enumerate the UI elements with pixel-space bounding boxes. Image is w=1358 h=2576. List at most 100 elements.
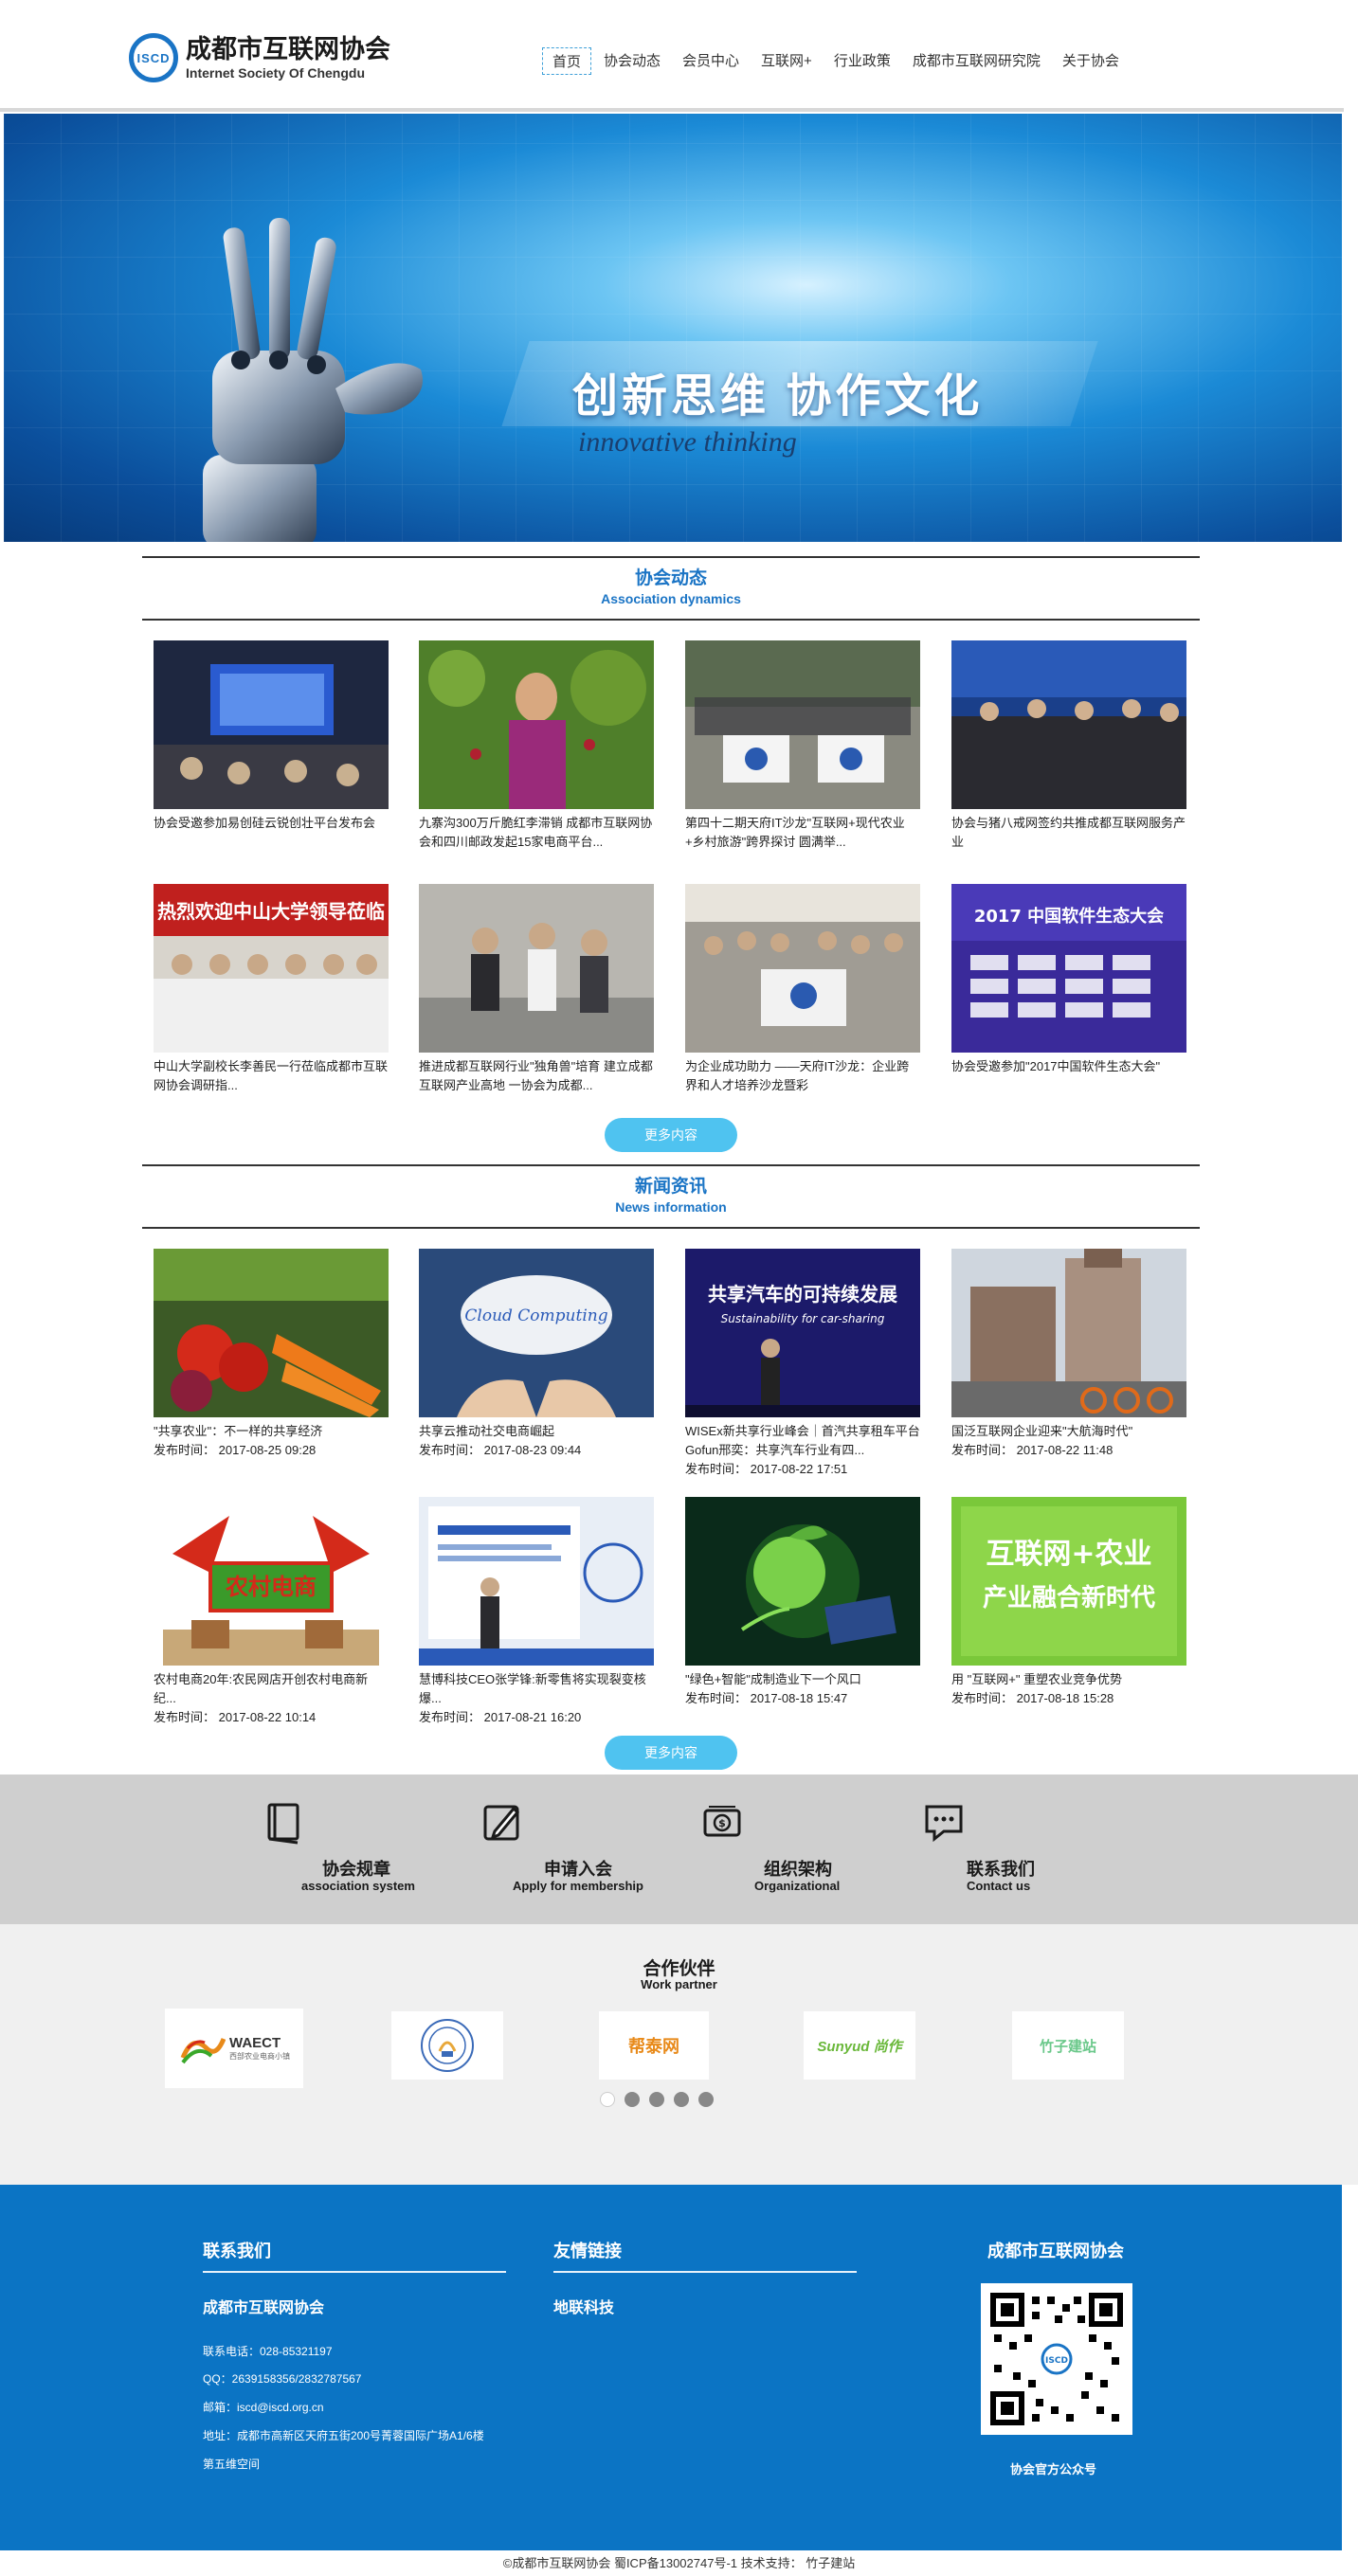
pen-icon — [483, 1805, 520, 1841]
news-title-text[interactable]: 农村电商20年:农民网店开创农村电商新纪... — [154, 1670, 389, 1708]
dynamics-card[interactable]: 协会受邀参加易创硅云锐创壮平台发布会 — [154, 640, 389, 852]
partner-logo-bangtai[interactable]: 帮泰网 — [599, 2011, 709, 2080]
dynamics-subtitle: Association dynamics — [601, 591, 741, 606]
dynamics-thumb[interactable] — [419, 640, 654, 809]
dynamics-thumb[interactable]: 2017 中国软件生态大会 — [951, 884, 1186, 1053]
dynamics-card[interactable]: 第四十二期天府IT沙龙"互联网+现代农业+乡村旅游"跨界探讨 圆满举... — [685, 640, 920, 852]
dynamics-card[interactable]: 热烈欢迎中山大学领导莅临 中山大学副校长李善民一行莅临成都市互联网协会调研指..… — [154, 884, 389, 1095]
money-icon: $ — [703, 1806, 741, 1837]
news-thumb[interactable]: 互联网+农业 产业融合新时代 — [951, 1497, 1186, 1666]
partner-logo-zhuzi[interactable]: 竹子建站 — [1012, 2011, 1124, 2080]
news-thumb[interactable] — [685, 1497, 920, 1666]
site-logo[interactable]: ISCD 成都市互联网协会 Internet Society Of Chengd… — [129, 28, 394, 87]
news-title-text[interactable]: 共享云推动社交电商崛起 — [419, 1422, 654, 1441]
nav-home[interactable]: 首页 — [542, 47, 592, 75]
footer-link-dilian[interactable]: 地联科技 — [553, 2295, 614, 2317]
dynamics-card[interactable]: 为企业成功助力 ——天府IT沙龙：企业跨界和人才培养沙龙暨彩 — [685, 884, 920, 1095]
nav-member-center[interactable]: 会员中心 — [673, 47, 749, 75]
quick-link-organization[interactable]: $ 组织架构 Organizational — [701, 1801, 872, 1896]
dynamics-title-text[interactable]: 第四十二期天府IT沙龙"互联网+现代农业+乡村旅游"跨界探讨 圆满举... — [685, 814, 920, 852]
dynamics-card[interactable]: 2017 中国软件生态大会 协会受邀参加"2017中国软件生态大会" — [951, 884, 1186, 1095]
quick-link-apply[interactable]: 申请入会 Apply for membership — [481, 1801, 652, 1896]
news-card[interactable]: "共享农业"：不一样的共享经济 发布时间： 2017-08-25 09:28 — [154, 1249, 389, 1460]
news-thumb[interactable] — [419, 1497, 654, 1666]
dynamics-thumb[interactable]: 热烈欢迎中山大学领导莅临 — [154, 884, 389, 1053]
dynamics-thumb[interactable] — [685, 884, 920, 1053]
dynamics-thumb[interactable] — [951, 640, 1186, 809]
svg-text:$: $ — [718, 1817, 726, 1829]
dynamics-card[interactable]: 推进成都互联网行业"独角兽"培育 建立成都互联网产业高地 一协会为成都... — [419, 884, 654, 1095]
news-title-text[interactable]: 用 "互联网+" 重塑农业竞争优势 — [951, 1670, 1186, 1689]
news-thumb[interactable] — [154, 1249, 389, 1417]
nav-about[interactable]: 关于协会 — [1053, 47, 1129, 75]
footer-qq: QQ：2639158356/2832787567 — [203, 2372, 362, 2386]
news-title-text[interactable]: "共享农业"：不一样的共享经济 — [154, 1422, 389, 1441]
news-title-text[interactable]: 国泛互联网企业迎来"大航海时代" — [951, 1422, 1186, 1441]
dynamics-title-text[interactable]: 协会受邀参加"2017中国软件生态大会" — [951, 1057, 1186, 1095]
qr-center-logo: ISCD — [1045, 2356, 1068, 2366]
nav-association-news[interactable]: 协会动态 — [594, 47, 670, 75]
quick-link-contact[interactable]: 联系我们 Contact us — [923, 1801, 1094, 1896]
quick-link-rules[interactable]: 协会规章 association system — [263, 1801, 434, 1896]
news-thumb[interactable]: Cloud Computing — [419, 1249, 654, 1417]
news-agri-line2: 产业融合新时代 — [983, 1583, 1155, 1612]
partners-dot-5[interactable] — [698, 2092, 714, 2107]
waect-subtitle: 西部农业电商小镇 — [229, 2052, 290, 2061]
banner-subtitle: innovative thinking — [578, 426, 797, 458]
news-thumb[interactable] — [951, 1249, 1186, 1417]
partners-title: 合作伙伴 — [643, 1959, 715, 1979]
dynamics-card[interactable]: 九寨沟300万斤脆红李滞销 成都市互联网协会和四川邮政发起15家电商平台... — [419, 640, 654, 852]
partner-logo-waect[interactable]: WAECT 西部农业电商小镇 — [165, 2009, 303, 2088]
dynamics-title-text[interactable]: 九寨沟300万斤脆红李滞销 成都市互联网协会和四川邮政发起15家电商平台... — [419, 814, 654, 852]
news-card[interactable]: 互联网+农业 产业融合新时代 用 "互联网+" 重塑农业竞争优势 发布时间： 20… — [951, 1497, 1186, 1708]
partners-dot-3[interactable] — [649, 2092, 664, 2107]
footer-org-name: 成都市互联网协会 — [203, 2300, 325, 2316]
dynamics-title-text[interactable]: 为企业成功助力 ——天府IT沙龙：企业跨界和人才培养沙龙暨彩 — [685, 1057, 920, 1095]
dynamics-thumb[interactable] — [419, 884, 654, 1053]
news-car-title: 共享汽车的可持续发展 — [708, 1283, 897, 1306]
footer-email[interactable]: 邮箱：iscd@iscd.org.cn — [203, 2399, 324, 2415]
dynamics-title-text[interactable]: 中山大学副校长李善民一行莅临成都市互联网协会调研指... — [154, 1057, 389, 1095]
wechat-qr-code: ISCD — [981, 2283, 1132, 2435]
waect-wordmark: WAECT — [229, 2035, 281, 2051]
partners-dot-1[interactable] — [600, 2092, 615, 2107]
news-title-text[interactable]: WISEx新共享行业峰会｜首汽共享租车平台Gofun邢奕：共享汽车行业有四... — [685, 1422, 920, 1460]
news-card[interactable]: "绿色+智能"成制造业下一个风口 发布时间： 2017-08-18 15:47 — [685, 1497, 920, 1708]
dynamics-card[interactable]: 协会与猪八戒网签约共推成都互联网服务产业 — [951, 640, 1186, 852]
dynamics-banner-text: 2017 中国软件生态大会 — [974, 906, 1164, 927]
dynamics-title-text[interactable]: 推进成都互联网行业"独角兽"培育 建立成都互联网产业高地 一协会为成都... — [419, 1057, 654, 1095]
partner-logo-university[interactable] — [391, 2011, 503, 2080]
news-thumb[interactable]: 共享汽车的可持续发展 Sustainability for car-sharing — [685, 1249, 920, 1417]
nav-internet-plus[interactable]: 互联网+ — [751, 47, 822, 75]
partners-dot-2[interactable] — [625, 2092, 640, 2107]
news-card[interactable]: 慧博科技CEO张学锋:新零售将实现裂变核爆... 发布时间： 2017-08-2… — [419, 1497, 654, 1727]
logo-badge: ISCD — [129, 33, 178, 82]
footer-contact-divider — [203, 2271, 506, 2273]
quick-link-rules-label: 协会规章 — [322, 1860, 390, 1879]
news-card[interactable]: 国泛互联网企业迎来"大航海时代" 发布时间： 2017-08-22 11:48 — [951, 1249, 1186, 1460]
footer-qr-caption: 协会官方公众号 — [1010, 2462, 1097, 2477]
news-card[interactable]: 共享汽车的可持续发展 Sustainability for car-sharing… — [685, 1249, 920, 1479]
footer-contact-heading: 联系我们 — [203, 2242, 271, 2261]
news-cloud-text: Cloud Computing — [464, 1306, 607, 1325]
news-thumb[interactable]: 农村电商 — [154, 1497, 389, 1666]
dynamics-more-button[interactable]: 更多内容 — [605, 1118, 737, 1152]
dynamics-thumb[interactable] — [154, 640, 389, 809]
nav-research-institute[interactable]: 成都市互联网研究院 — [903, 47, 1050, 75]
nav-industry-policy[interactable]: 行业政策 — [824, 47, 900, 75]
quick-links-band: 协会规章 association system 申请入会 Apply for m… — [0, 1774, 1358, 1924]
dynamics-title-text[interactable]: 协会受邀参加易创硅云锐创壮平台发布会 — [154, 814, 389, 852]
news-card[interactable]: 农村电商 农村电商20年:农民网店开创农村电商新纪... 发布时间： 2017-… — [154, 1497, 389, 1727]
news-title-text[interactable]: "绿色+智能"成制造业下一个风口 — [685, 1670, 920, 1689]
news-title-text[interactable]: 慧博科技CEO张学锋:新零售将实现裂变核爆... — [419, 1670, 654, 1708]
dynamics-title-text[interactable]: 协会与猪八戒网签约共推成都互联网服务产业 — [951, 814, 1186, 852]
partners-dot-4[interactable] — [674, 2092, 689, 2107]
chat-icon — [925, 1805, 963, 1843]
footer-address: 地址：成都市高新区天府五街200号菁蓉国际广场A1/6楼 — [203, 2429, 484, 2442]
hero-banner[interactable]: 创新思维 协作文化 innovative thinking 1 2 3 — [4, 114, 1342, 542]
dynamics-thumb[interactable] — [685, 640, 920, 809]
partner-logo-sunyud[interactable]: Sunyud 尚作 — [804, 2011, 915, 2080]
news-more-button[interactable]: 更多内容 — [605, 1736, 737, 1770]
footer-address-line2: 第五维空间 — [203, 2458, 261, 2471]
news-card[interactable]: Cloud Computing 共享云推动社交电商崛起 发布时间： 2017-0… — [419, 1249, 654, 1460]
